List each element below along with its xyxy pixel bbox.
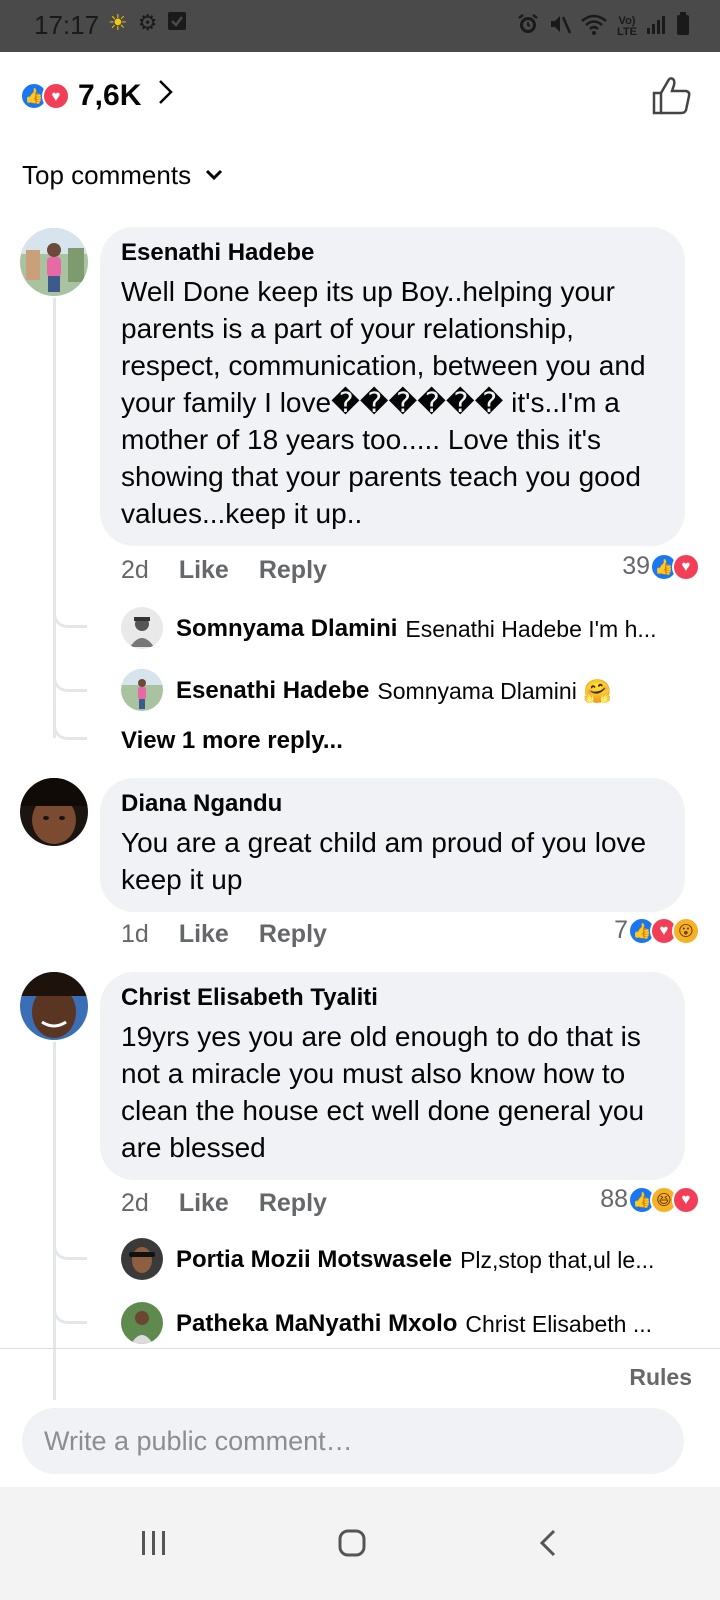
comment-author[interactable]: Christ Elisabeth Tyaliti <box>121 984 665 1012</box>
reply-item[interactable]: Somnyama Dlamini Esenathi Hadebe I'm h..… <box>121 607 681 651</box>
avatar[interactable] <box>121 669 163 711</box>
comment-actions: 2d Like Reply <box>121 556 327 585</box>
status-time: 17:17 <box>34 10 100 40</box>
comment-input[interactable] <box>22 1408 684 1474</box>
like-post-button[interactable] <box>650 74 694 118</box>
like-button[interactable]: Like <box>179 556 229 585</box>
comment-bubble[interactable]: Esenathi Hadebe Well Done keep its up Bo… <box>100 227 685 546</box>
thread-elbow <box>53 652 87 692</box>
alarm-icon <box>516 12 540 41</box>
back-icon[interactable] <box>518 1513 578 1573</box>
comment-reactions[interactable]: 88 👍 😆 ♥ <box>600 1185 700 1214</box>
reply-author[interactable]: Portia Mozii Motswasele <box>176 1246 452 1274</box>
comment-actions: 2d Like Reply <box>121 1189 327 1218</box>
check-box-icon <box>167 11 187 36</box>
reply-author[interactable]: Somnyama Dlamini <box>176 615 397 643</box>
volte-icon: Vo) LTE <box>617 14 637 38</box>
reply-button[interactable]: Reply <box>259 556 327 585</box>
reply-text: Esenathi Hadebe I'm h... <box>405 615 657 642</box>
reply-text: Somnyama Dlamini 🤗 <box>377 677 612 704</box>
mute-icon <box>548 12 572 41</box>
home-icon[interactable] <box>322 1513 382 1573</box>
comment-bubble[interactable]: Diana Ngandu You are a great child am pr… <box>100 778 685 912</box>
signal-icon <box>646 13 668 40</box>
reaction-count: 7,6K <box>78 79 142 112</box>
love-reaction-icon: ♥ <box>42 82 70 110</box>
sun-icon: ☀ <box>108 10 128 35</box>
wow-reaction-icon: 😮 <box>672 916 700 945</box>
comments-sheet: 👍 ♥ 7,6K Top comments Esenathi Hadebe We… <box>0 52 720 1515</box>
comment-age[interactable]: 2d <box>121 556 149 585</box>
status-bar: 17:17 ☀ ⚙ Vo) LTE <box>0 0 720 52</box>
comment-actions: 1d Like Reply <box>121 920 327 949</box>
thread-elbow <box>53 702 87 740</box>
reply-item[interactable]: Esenathi Hadebe Somnyama Dlamini 🤗 <box>121 669 681 713</box>
sort-dropdown[interactable]: Top comments <box>22 160 223 191</box>
view-more-replies-link[interactable]: View 1 more reply... <box>121 727 343 755</box>
chevron-down-icon <box>205 165 223 186</box>
comment-reactions[interactable]: 39 👍 ♥ <box>622 552 700 581</box>
thumbs-up-icon <box>652 77 691 115</box>
comment-author[interactable]: Esenathi Hadebe <box>121 239 665 267</box>
comment-reaction-count: 7 <box>614 916 628 944</box>
comment-reactions[interactable]: 7 👍 ♥ 😮 <box>614 916 700 945</box>
like-button[interactable]: Like <box>179 1189 229 1218</box>
comment-reaction-count: 88 <box>600 1185 628 1213</box>
comment-text: 19yrs yes you are old enough to do that … <box>121 1021 645 1163</box>
thread-line <box>53 1042 56 1400</box>
recent-apps-icon[interactable] <box>124 1513 184 1573</box>
reactions-summary-button[interactable]: 👍 ♥ 7,6K <box>20 78 175 114</box>
avatar[interactable] <box>20 778 88 846</box>
avatar[interactable] <box>121 607 163 649</box>
comment-age[interactable]: 2d <box>121 1189 149 1218</box>
reply-item[interactable]: Portia Mozii Motswasele Plz,stop that,ul… <box>121 1238 681 1282</box>
reply-item[interactable]: Patheka MaNyathi Mxolo Christ Elisabeth … <box>121 1302 681 1346</box>
reply-author[interactable]: Esenathi Hadebe <box>176 677 369 705</box>
avatar[interactable] <box>121 1302 163 1344</box>
system-nav-bar <box>0 1487 720 1600</box>
love-reaction-icon: ♥ <box>672 552 700 581</box>
love-reaction-icon: ♥ <box>672 1185 700 1214</box>
comment-text: You are a great child am proud of you lo… <box>121 827 647 895</box>
thread-elbow <box>53 592 87 628</box>
rules-link[interactable]: Rules <box>629 1364 692 1391</box>
thread-elbow <box>53 1286 87 1324</box>
avatar[interactable] <box>20 972 88 1040</box>
comment-age[interactable]: 1d <box>121 920 149 949</box>
comment-bubble[interactable]: Christ Elisabeth Tyaliti 19yrs yes you a… <box>100 972 685 1180</box>
comment-reaction-count: 39 <box>622 552 650 580</box>
battery-icon <box>676 12 690 41</box>
reply-text: Plz,stop that,ul le... <box>460 1246 655 1273</box>
thread-elbow <box>53 1224 87 1260</box>
chevron-right-icon <box>157 78 175 114</box>
avatar[interactable] <box>20 228 88 296</box>
reply-button[interactable]: Reply <box>259 920 327 949</box>
comment-text: Well Done keep its up Boy..helping your … <box>121 276 646 529</box>
comment-author[interactable]: Diana Ngandu <box>121 790 665 818</box>
wifi-icon <box>580 12 608 41</box>
avatar[interactable] <box>121 1238 163 1280</box>
gear-icon: ⚙ <box>137 10 158 35</box>
reply-author[interactable]: Patheka MaNyathi Mxolo <box>176 1310 457 1338</box>
sort-label: Top comments <box>22 160 192 190</box>
reply-button[interactable]: Reply <box>259 1189 327 1218</box>
reply-text: Christ Elisabeth ... <box>465 1310 653 1337</box>
footer-divider <box>0 1348 720 1349</box>
like-button[interactable]: Like <box>179 920 229 949</box>
